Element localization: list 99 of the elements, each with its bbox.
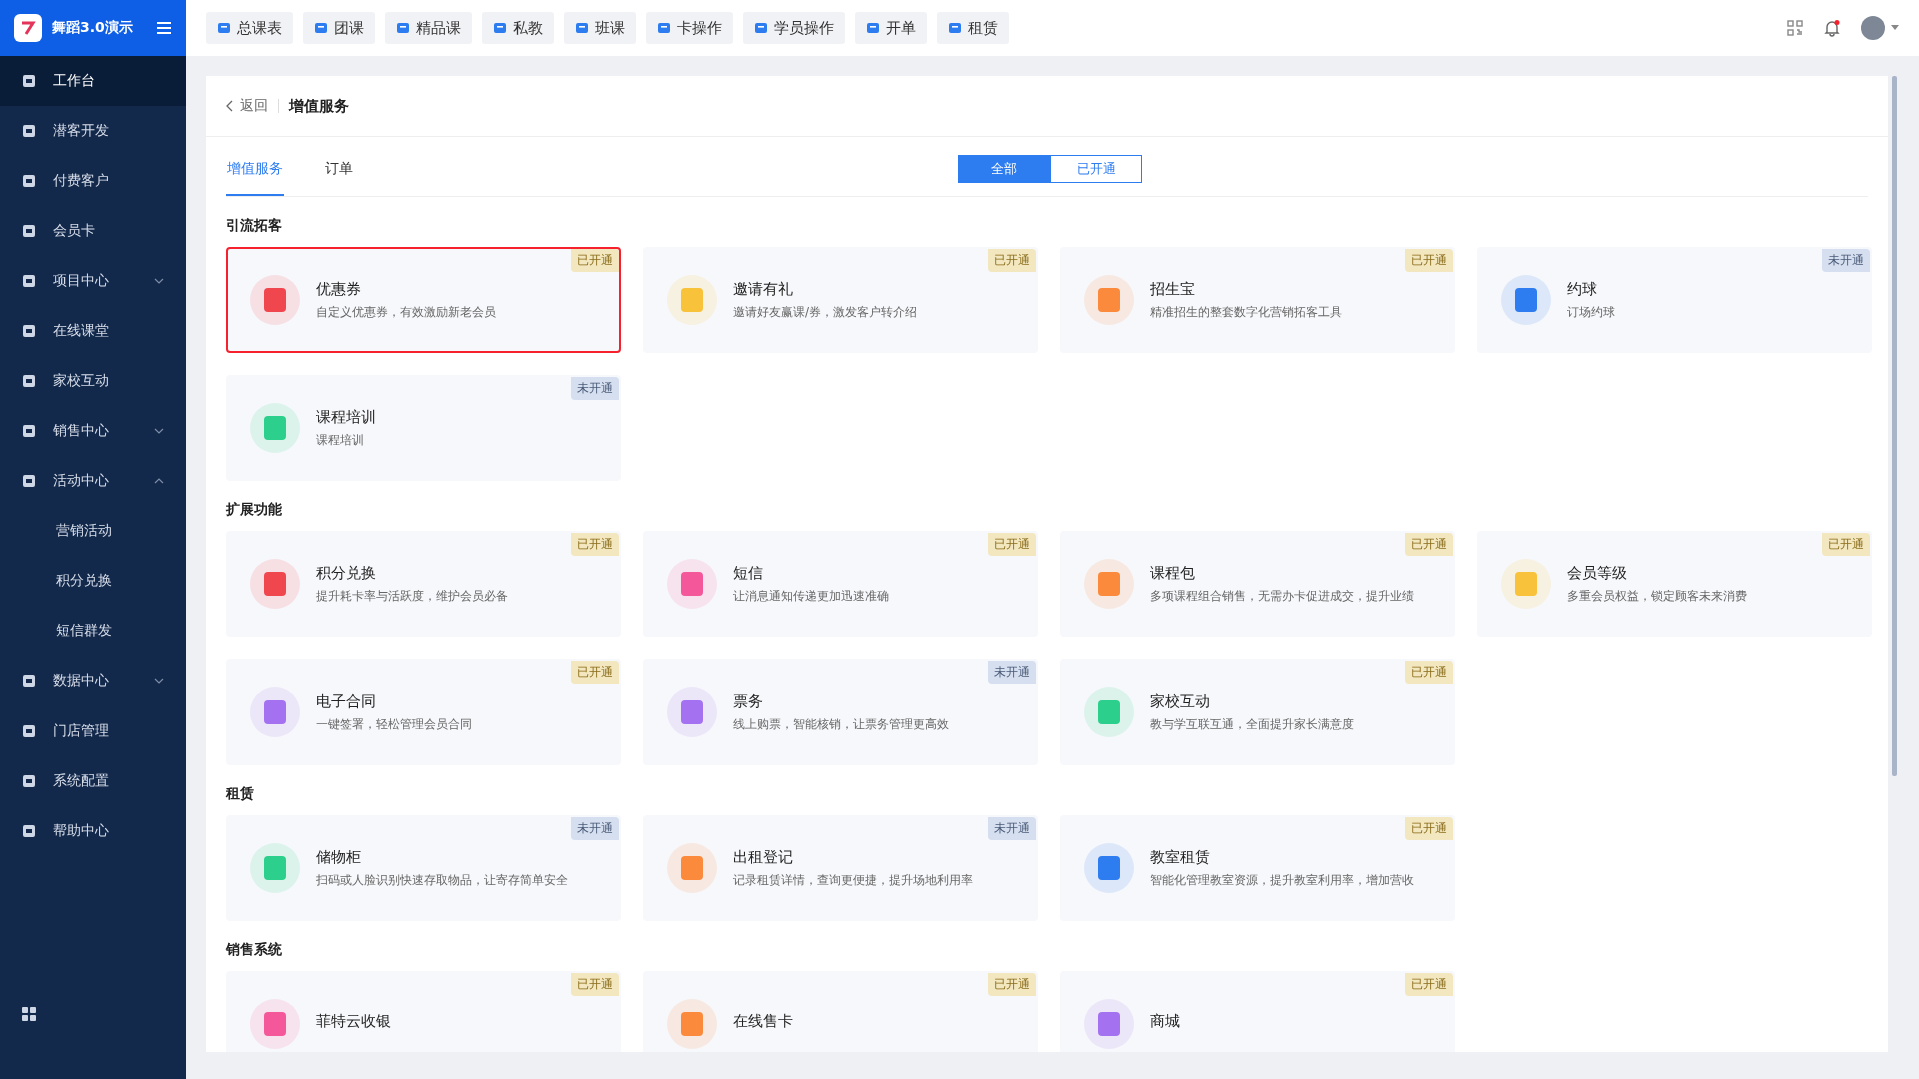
card-description: 记录租赁详情，查询更便捷，提升场地利用率: [733, 871, 973, 889]
status-badge: 已开通: [1405, 817, 1453, 840]
tab[interactable]: 增值服务: [226, 143, 284, 196]
sidebar-item[interactable]: 门店管理: [0, 706, 186, 756]
brand-name: 舞蹈3.0演示: [52, 19, 134, 37]
back-link[interactable]: 返回: [226, 97, 268, 115]
status-badge: 已开通: [571, 661, 619, 684]
card-title: 票务: [733, 691, 764, 711]
sidebar-item[interactable]: 在线课堂: [0, 306, 186, 356]
sidebar-item[interactable]: 帮助中心: [0, 806, 186, 856]
nav-button[interactable]: 团课: [303, 12, 375, 44]
status-badge: 已开通: [988, 533, 1036, 556]
sidebar-item[interactable]: 系统配置: [0, 756, 186, 806]
card-description: 教与学互联互通，全面提升家长满意度: [1150, 715, 1354, 733]
card-description: 多项课程组合销售，无需办卡促进成交，提升业绩: [1150, 587, 1414, 605]
scrollbar[interactable]: [1892, 76, 1897, 776]
apps-icon[interactable]: [22, 1007, 36, 1021]
card-title: 积分兑换: [316, 563, 377, 583]
status-badge: 已开通: [1405, 973, 1453, 996]
card-title: 教室租赁: [1150, 847, 1211, 867]
avatar[interactable]: [1861, 16, 1885, 40]
sidebar-item[interactable]: 活动中心: [0, 456, 186, 506]
nav-button[interactable]: 卡操作: [646, 12, 733, 44]
nav-button[interactable]: 学员操作: [743, 12, 845, 44]
sidebar-item[interactable]: 销售中心: [0, 406, 186, 456]
card-description: 线上购票，智能核销，让票务管理更高效: [733, 715, 949, 733]
qr-code-icon[interactable]: [1787, 20, 1803, 36]
card-description: 让消息通知传递更加迅速准确: [733, 587, 889, 605]
caret-icon[interactable]: [1891, 25, 1899, 31]
card-title: 招生宝: [1150, 279, 1196, 299]
status-badge: 未开通: [571, 377, 619, 400]
chevron-up-icon: [154, 478, 164, 484]
status-badge: 已开通: [1822, 533, 1870, 556]
card-description: 多重会员权益，锁定顾客未来消费: [1567, 587, 1747, 605]
filter-button[interactable]: 已开通: [1050, 155, 1142, 183]
card-title: 商城: [1150, 1012, 1180, 1031]
status-badge: 未开通: [571, 817, 619, 840]
card-title: 邀请有礼: [733, 279, 794, 299]
card-description: 智能化管理教室资源，提升教室利用率，增加营收: [1150, 871, 1414, 889]
status-badge: 已开通: [1405, 533, 1453, 556]
sidebar-subitem[interactable]: 短信群发: [0, 606, 186, 656]
page-title: 增值服务: [289, 96, 349, 116]
card-title: 约球: [1567, 279, 1598, 299]
card-description: 扫码或人脸识别快速存取物品，让寄存简单安全: [316, 871, 568, 889]
card-description: 提升耗卡率与活跃度，维护会员必备: [316, 587, 508, 605]
notification-bell-icon[interactable]: [1823, 19, 1841, 37]
status-badge: 已开通: [1405, 661, 1453, 684]
card-title: 出租登记: [733, 847, 794, 867]
menu-icon[interactable]: [156, 21, 172, 35]
nav-button[interactable]: 私教: [482, 12, 554, 44]
section-title: 扩展功能: [226, 501, 283, 519]
chevron-down-icon: [154, 278, 164, 284]
card-description: 精准招生的整套数字化营销拓客工具: [1150, 303, 1342, 321]
card-title: 家校互动: [1150, 691, 1211, 711]
sidebar-item[interactable]: 项目中心: [0, 256, 186, 306]
status-badge: 未开通: [988, 817, 1036, 840]
sidebar-item[interactable]: 潜客开发: [0, 106, 186, 156]
card-description: 订场约球: [1567, 303, 1615, 321]
card-title: 菲特云收银: [316, 1012, 391, 1031]
status-badge: 已开通: [571, 533, 619, 556]
status-badge: 已开通: [571, 973, 619, 996]
section-title: 租赁: [226, 785, 255, 803]
status-badge: 已开通: [571, 249, 619, 272]
card-title: 电子合同: [316, 691, 377, 711]
status-badge: 已开通: [988, 973, 1036, 996]
status-badge: 未开通: [988, 661, 1036, 684]
card-title: 课程包: [1150, 563, 1196, 583]
sidebar-item[interactable]: 付费客户: [0, 156, 186, 206]
nav-button[interactable]: 开单: [855, 12, 927, 44]
sidebar-item[interactable]: 数据中心: [0, 656, 186, 706]
status-badge: 已开通: [988, 249, 1036, 272]
filter-button[interactable]: 全部: [958, 155, 1050, 183]
logo-icon: [14, 14, 42, 42]
tab[interactable]: 订单: [324, 143, 354, 196]
card-title: 储物柜: [316, 847, 362, 867]
card-title: 会员等级: [1567, 563, 1628, 583]
card-description: 自定义优惠券，有效激励新老会员: [316, 303, 496, 321]
sidebar-subitem[interactable]: 营销活动: [0, 506, 186, 556]
sidebar-item[interactable]: 家校互动: [0, 356, 186, 406]
section-title: 引流拓客: [226, 217, 283, 235]
nav-button[interactable]: 租赁: [937, 12, 1009, 44]
chevron-down-icon: [154, 428, 164, 434]
card-title: 短信: [733, 563, 764, 583]
sidebar-item[interactable]: 工作台: [0, 56, 186, 106]
status-badge: 未开通: [1822, 249, 1870, 272]
card-description: 一键签署，轻松管理会员合同: [316, 715, 472, 733]
status-badge: 已开通: [1405, 249, 1453, 272]
nav-button[interactable]: 总课表: [206, 12, 293, 44]
nav-button[interactable]: 精品课: [385, 12, 472, 44]
nav-button[interactable]: 班课: [564, 12, 636, 44]
card-description: 邀请好友赢课/券，激发客户转介绍: [733, 303, 918, 321]
section-title: 销售系统: [226, 941, 283, 959]
card-description: 课程培训: [316, 431, 365, 449]
card-title: 课程培训: [316, 407, 376, 427]
sidebar-item[interactable]: 会员卡: [0, 206, 186, 256]
card-title: 在线售卡: [733, 1012, 793, 1031]
card-title: 优惠券: [316, 279, 362, 299]
chevron-down-icon: [154, 678, 164, 684]
sidebar-subitem[interactable]: 积分兑换: [0, 556, 186, 606]
